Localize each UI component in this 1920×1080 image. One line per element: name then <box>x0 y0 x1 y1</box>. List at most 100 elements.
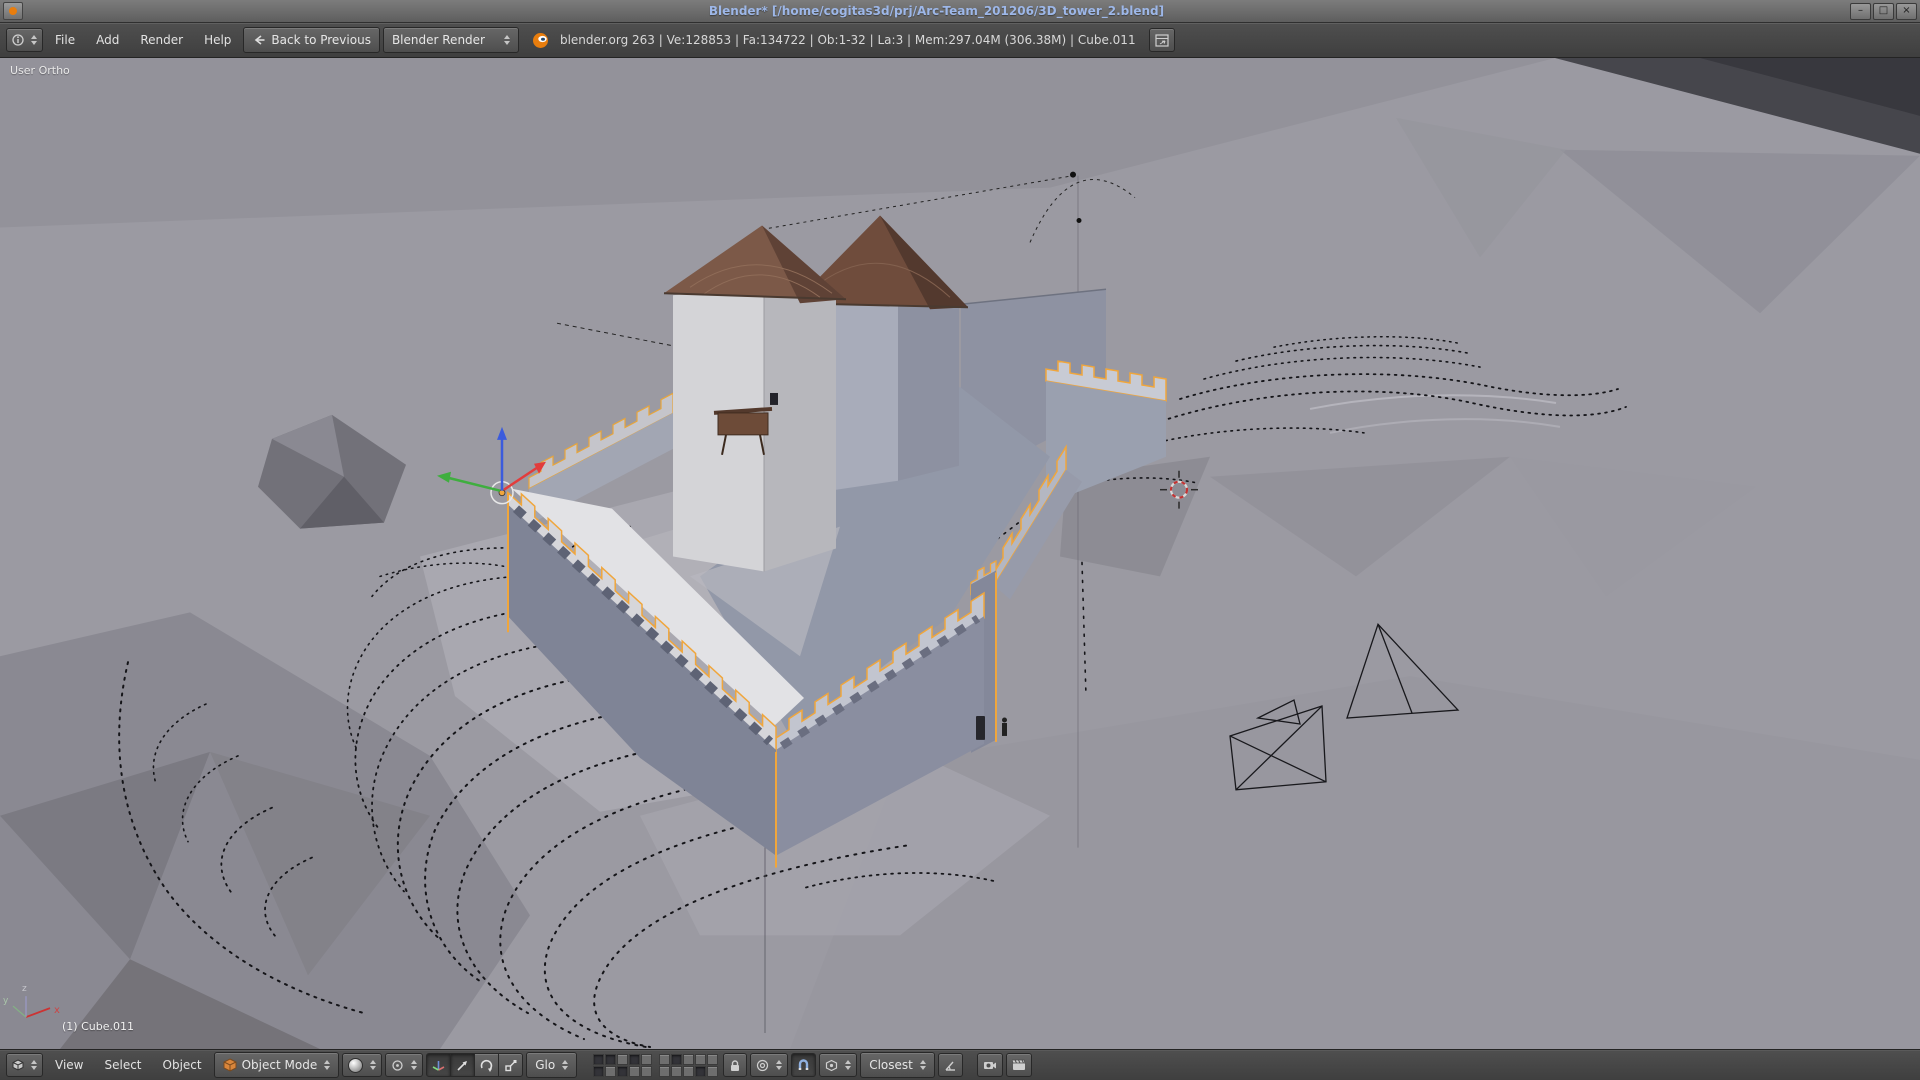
snap-align-icon <box>944 1059 957 1072</box>
object-mode-cube-icon <box>223 1058 237 1072</box>
opengl-render-image-button[interactable] <box>977 1053 1003 1077</box>
render-camera-icon <box>983 1059 997 1071</box>
snap-magnet-icon <box>797 1059 810 1072</box>
window-controls: – □ × <box>1850 3 1917 20</box>
layer-cell-group2-5[interactable] <box>707 1054 718 1065</box>
opengl-render-anim-button[interactable] <box>1006 1053 1032 1077</box>
layer-group1 <box>593 1054 652 1077</box>
layer-cell-group1-10[interactable] <box>641 1066 652 1077</box>
manipulator-rotate-button[interactable] <box>474 1053 499 1077</box>
active-object-label: (1) Cube.011 <box>62 1020 134 1033</box>
layer-cell-group1-7[interactable] <box>605 1066 616 1077</box>
lock-icon <box>729 1059 741 1072</box>
manipulator-toggle-group <box>426 1053 523 1077</box>
manipulator-toggle-button[interactable] <box>426 1053 451 1077</box>
menu-help[interactable]: Help <box>195 33 240 47</box>
interaction-mode-label: Object Mode <box>242 1058 318 1072</box>
snap-target-label: Closest <box>869 1058 913 1072</box>
dropdown-arrows-icon <box>562 1060 568 1070</box>
viewport-shading-dropdown[interactable] <box>342 1053 382 1077</box>
transform-orientation-label: Glo <box>535 1058 555 1072</box>
menu-add[interactable]: Add <box>87 33 128 47</box>
layer-cell-group2-3[interactable] <box>683 1054 694 1065</box>
rotate-icon <box>480 1059 493 1072</box>
layer-cell-group1-5[interactable] <box>641 1054 652 1065</box>
interaction-mode-dropdown[interactable]: Object Mode <box>214 1052 340 1078</box>
pivot-icon <box>391 1059 404 1072</box>
dropdown-arrows-icon <box>370 1060 376 1070</box>
pivot-point-dropdown[interactable] <box>385 1053 423 1077</box>
snap-magnet-button[interactable] <box>791 1053 816 1077</box>
maximize-button[interactable]: □ <box>1873 3 1894 20</box>
viewport-header: View Select Object Object Mode <box>0 1049 1920 1080</box>
manipulator-axis-icon <box>432 1059 445 1072</box>
manipulator-translate-button[interactable] <box>450 1053 475 1077</box>
dropdown-arrows-icon <box>411 1060 417 1070</box>
back-arrow-icon <box>252 34 266 46</box>
blender-window: Blender* [/home/cogitas3d/prj/Arc-Team_2… <box>0 0 1920 1080</box>
layer-cell-group1-8[interactable] <box>617 1066 628 1077</box>
layer-cell-group2-8[interactable] <box>683 1066 694 1077</box>
layer-cell-group1-3[interactable] <box>617 1054 628 1065</box>
menu-view[interactable]: View <box>46 1058 92 1072</box>
layer-group2 <box>659 1054 718 1077</box>
dropdown-arrows-icon <box>31 1060 37 1070</box>
menu-file[interactable]: File <box>46 33 84 47</box>
back-to-previous-button[interactable]: Back to Previous <box>243 27 380 53</box>
dropdown-arrows-icon <box>776 1060 782 1070</box>
layer-cell-group1-4[interactable] <box>629 1054 640 1065</box>
layer-cell-group2-2[interactable] <box>671 1054 682 1065</box>
status-stats-text: blender.org 263 | Ve:128853 | Fa:134722 … <box>560 33 1136 47</box>
manipulator-scale-button[interactable] <box>498 1053 523 1077</box>
dropdown-arrows-icon <box>31 35 37 45</box>
snap-align-rotation-button[interactable] <box>938 1053 963 1077</box>
blender-logo-icon <box>532 32 549 49</box>
snap-target-dropdown[interactable]: Closest <box>860 1052 935 1078</box>
layer-cell-group1-1[interactable] <box>593 1054 604 1065</box>
layer-cell-group1-9[interactable] <box>629 1066 640 1077</box>
menu-object[interactable]: Object <box>154 1058 211 1072</box>
scale-icon <box>504 1059 517 1072</box>
info-header: File Add Render Help Back to Previous Bl… <box>0 23 1920 58</box>
layer-cell-group2-6[interactable] <box>659 1066 670 1077</box>
layer-cell-group2-1[interactable] <box>659 1054 670 1065</box>
dropdown-arrows-icon <box>324 1060 330 1070</box>
scene-lock-button[interactable] <box>723 1053 747 1077</box>
minimize-button[interactable]: – <box>1850 3 1871 20</box>
window-menu-icon[interactable] <box>3 2 23 20</box>
layer-cell-group1-2[interactable] <box>605 1054 616 1065</box>
viewport-scene[interactable]: x z y <box>0 58 1920 1049</box>
screen-layout-icon <box>1155 34 1169 47</box>
title-bar: Blender* [/home/cogitas3d/prj/Arc-Team_2… <box>0 0 1920 23</box>
menu-render[interactable]: Render <box>131 33 192 47</box>
axis-z-label: z <box>22 984 27 994</box>
layer-cell-group1-6[interactable] <box>593 1066 604 1077</box>
snap-element-icon <box>825 1059 838 1072</box>
shading-sphere-icon <box>348 1058 363 1073</box>
blender-app-icon <box>9 7 17 15</box>
back-to-previous-label: Back to Previous <box>271 33 371 47</box>
editor-3dview-icon <box>12 1059 24 1071</box>
layer-cell-group2-9[interactable] <box>695 1066 706 1077</box>
proportional-edit-dropdown[interactable] <box>750 1053 788 1077</box>
render-engine-dropdown[interactable]: Blender Render <box>383 27 519 53</box>
tower-window <box>770 393 778 405</box>
editor-type-button-3dview[interactable] <box>6 1053 43 1077</box>
layer-cell-group2-7[interactable] <box>671 1066 682 1077</box>
human-figure <box>1002 718 1007 736</box>
gate-doorway <box>976 716 985 740</box>
proportional-icon <box>756 1059 769 1072</box>
layer-cell-group2-4[interactable] <box>695 1054 706 1065</box>
editor-info-icon <box>12 34 24 46</box>
transform-orientation-dropdown[interactable]: Glo <box>526 1052 577 1078</box>
layer-cell-group2-10[interactable] <box>707 1066 718 1077</box>
axis-x-label: x <box>54 1005 60 1016</box>
editor-type-button-info[interactable] <box>6 28 43 52</box>
view-name-label: User Ortho <box>10 64 70 77</box>
close-button[interactable]: × <box>1896 3 1917 20</box>
main-tower <box>664 225 846 571</box>
3d-viewport[interactable]: x z y User Ortho (1) Cube.011 <box>0 58 1920 1049</box>
screen-layout-button[interactable] <box>1149 28 1175 52</box>
menu-select[interactable]: Select <box>95 1058 150 1072</box>
snap-element-dropdown[interactable] <box>819 1053 857 1077</box>
